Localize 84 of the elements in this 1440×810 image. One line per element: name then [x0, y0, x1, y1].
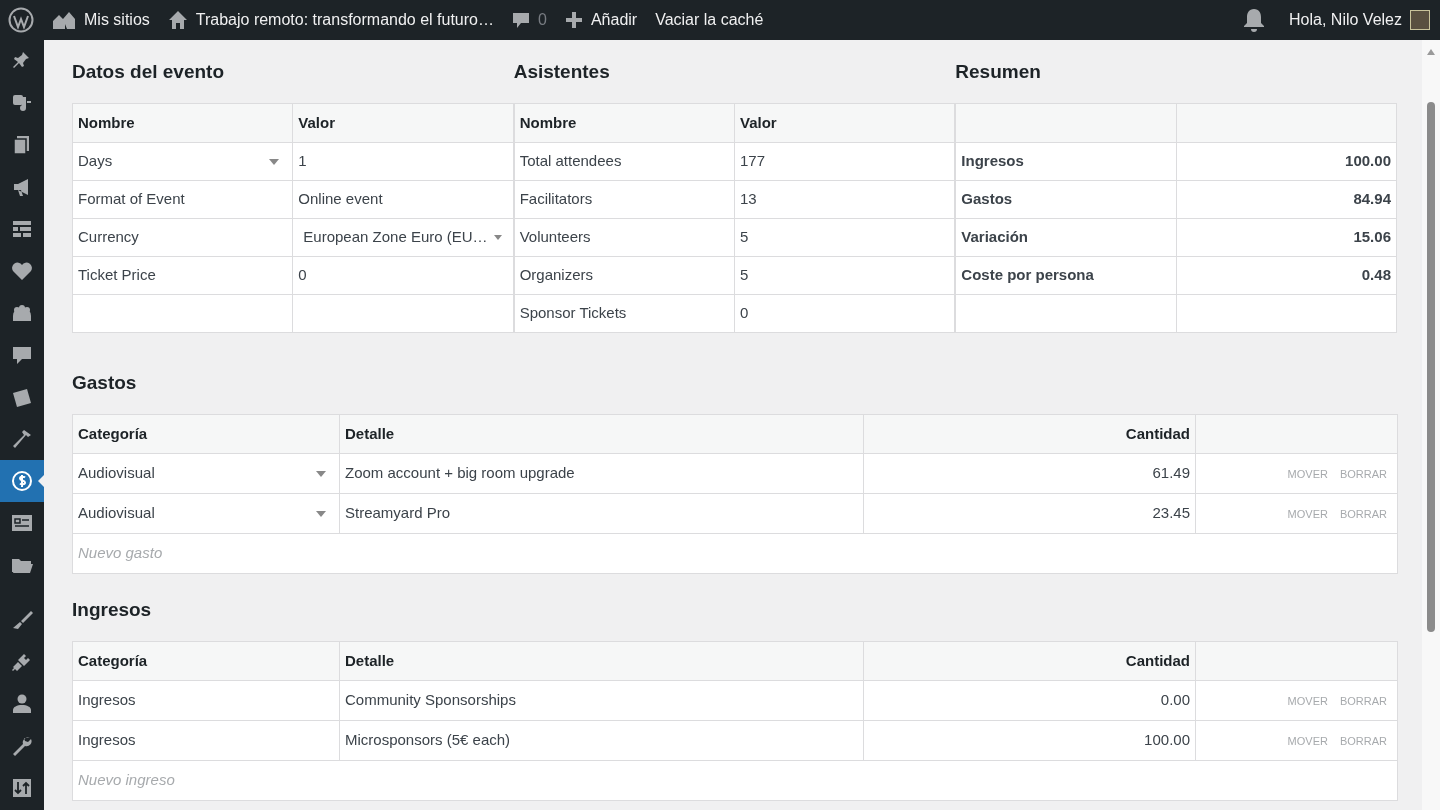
- summary-value: 100.00: [1176, 142, 1397, 181]
- summary-value: 84.94: [1176, 180, 1397, 219]
- amount-cell[interactable]: 23.45: [863, 493, 1196, 534]
- bell-icon[interactable]: [1243, 8, 1266, 32]
- layout-icon: [11, 218, 33, 240]
- scrollbar[interactable]: [1422, 40, 1440, 810]
- summary-label: Variación: [955, 218, 1177, 257]
- heart-icon: [11, 260, 33, 282]
- wrench-icon: [11, 735, 33, 757]
- section-title: Gastos: [72, 371, 138, 395]
- column-header: Categoría: [72, 414, 340, 454]
- user-icon: [11, 693, 33, 715]
- summary-label: Ingresos: [955, 142, 1177, 181]
- column-header: Cantidad: [863, 414, 1196, 454]
- field-value[interactable]: 0: [292, 256, 514, 295]
- field-value[interactable]: Online event: [292, 180, 514, 219]
- section-title: Resumen: [955, 60, 1042, 84]
- avatar-placeholder[interactable]: [1410, 10, 1430, 30]
- sidebar-item[interactable]: [0, 460, 44, 502]
- field-name: Facilitators: [514, 180, 735, 219]
- dropdown-caret-icon[interactable]: [269, 158, 280, 165]
- field-value[interactable]: 1: [292, 142, 514, 181]
- column-header: Categoría: [72, 641, 340, 681]
- field-name: Currency: [72, 218, 293, 257]
- category-cell[interactable]: Ingresos: [72, 720, 340, 761]
- section-title: Ingresos: [72, 598, 153, 622]
- amount-cell[interactable]: 61.49: [863, 453, 1196, 494]
- detail-cell[interactable]: Microsponsors (5€ each): [339, 720, 864, 761]
- detail-cell[interactable]: Streamyard Pro: [339, 493, 864, 534]
- dropdown-caret-icon[interactable]: [493, 235, 502, 240]
- dollar-icon: [11, 470, 33, 492]
- amount-cell[interactable]: 0.00: [863, 680, 1196, 721]
- category-cell-dropdown[interactable]: Audiovisual: [72, 453, 340, 494]
- add-new-link[interactable]: Añadir: [564, 8, 638, 32]
- site-title-link[interactable]: Trabajo remoto: transformando el futuro…: [167, 8, 494, 32]
- user-greeting-link[interactable]: Hola, Nilo Velez: [1289, 8, 1402, 32]
- field-name: Format of Event: [72, 180, 293, 219]
- section-title: Asistentes: [513, 60, 611, 84]
- field-name: Organizers: [514, 256, 735, 295]
- detail-cell[interactable]: Community Sponsorships: [339, 680, 864, 721]
- comment-icon: [512, 11, 530, 29]
- clear-cache-link[interactable]: Vaciar la caché: [655, 8, 764, 32]
- my-sites-link[interactable]: Mis sitios: [52, 8, 150, 32]
- column-header: Nombre: [72, 103, 293, 143]
- column-header: Nombre: [514, 103, 735, 143]
- houses-icon: [52, 10, 76, 30]
- field-name: Total attendees: [514, 142, 735, 181]
- dropdown-caret-icon[interactable]: [316, 510, 326, 517]
- speech-bubble-icon: [11, 344, 33, 366]
- summary-label: Gastos: [955, 180, 1177, 219]
- dropdown-caret-icon[interactable]: [316, 470, 326, 477]
- field-value[interactable]: 13: [734, 180, 955, 219]
- field-value[interactable]: 5: [734, 256, 955, 295]
- column-header: Valor: [734, 103, 955, 143]
- column-header: Valor: [292, 103, 514, 143]
- scroll-up-icon[interactable]: [1426, 48, 1436, 56]
- summary-label: Coste por persona: [955, 256, 1177, 295]
- field-name: Sponsor Tickets: [514, 294, 735, 333]
- field-value[interactable]: 0: [734, 294, 955, 333]
- currency-dropdown[interactable]: European Zone Euro (EU…: [292, 218, 514, 257]
- wordpress-logo-icon[interactable]: [8, 7, 34, 33]
- amount-cell[interactable]: 100.00: [863, 720, 1196, 761]
- plus-icon: [564, 11, 583, 29]
- plug-icon: [11, 651, 33, 673]
- section-title: Datos del evento: [72, 60, 226, 84]
- hammer-icon: [11, 428, 33, 450]
- paintbrush-icon: [11, 609, 33, 631]
- category-cell[interactable]: Ingresos: [72, 680, 340, 721]
- column-header: Detalle: [339, 641, 864, 681]
- summary-value: 0.48: [1176, 256, 1397, 295]
- home-icon: [167, 10, 188, 30]
- field-value[interactable]: 177: [734, 142, 955, 181]
- summary-value: 15.06: [1176, 218, 1397, 257]
- form-icon: [11, 512, 33, 534]
- field-name: Ticket Price: [72, 256, 293, 295]
- column-header: Detalle: [339, 414, 864, 454]
- comments-link[interactable]: 0: [512, 8, 547, 32]
- column-header: Cantidad: [863, 641, 1196, 681]
- sliders-icon: [11, 777, 33, 799]
- field-value[interactable]: 5: [734, 218, 955, 257]
- field-name-dropdown[interactable]: Days: [72, 142, 293, 181]
- category-cell-dropdown[interactable]: Audiovisual: [72, 493, 340, 534]
- field-name: Volunteers: [514, 218, 735, 257]
- detail-cell[interactable]: Zoom account + big room upgrade: [339, 453, 864, 494]
